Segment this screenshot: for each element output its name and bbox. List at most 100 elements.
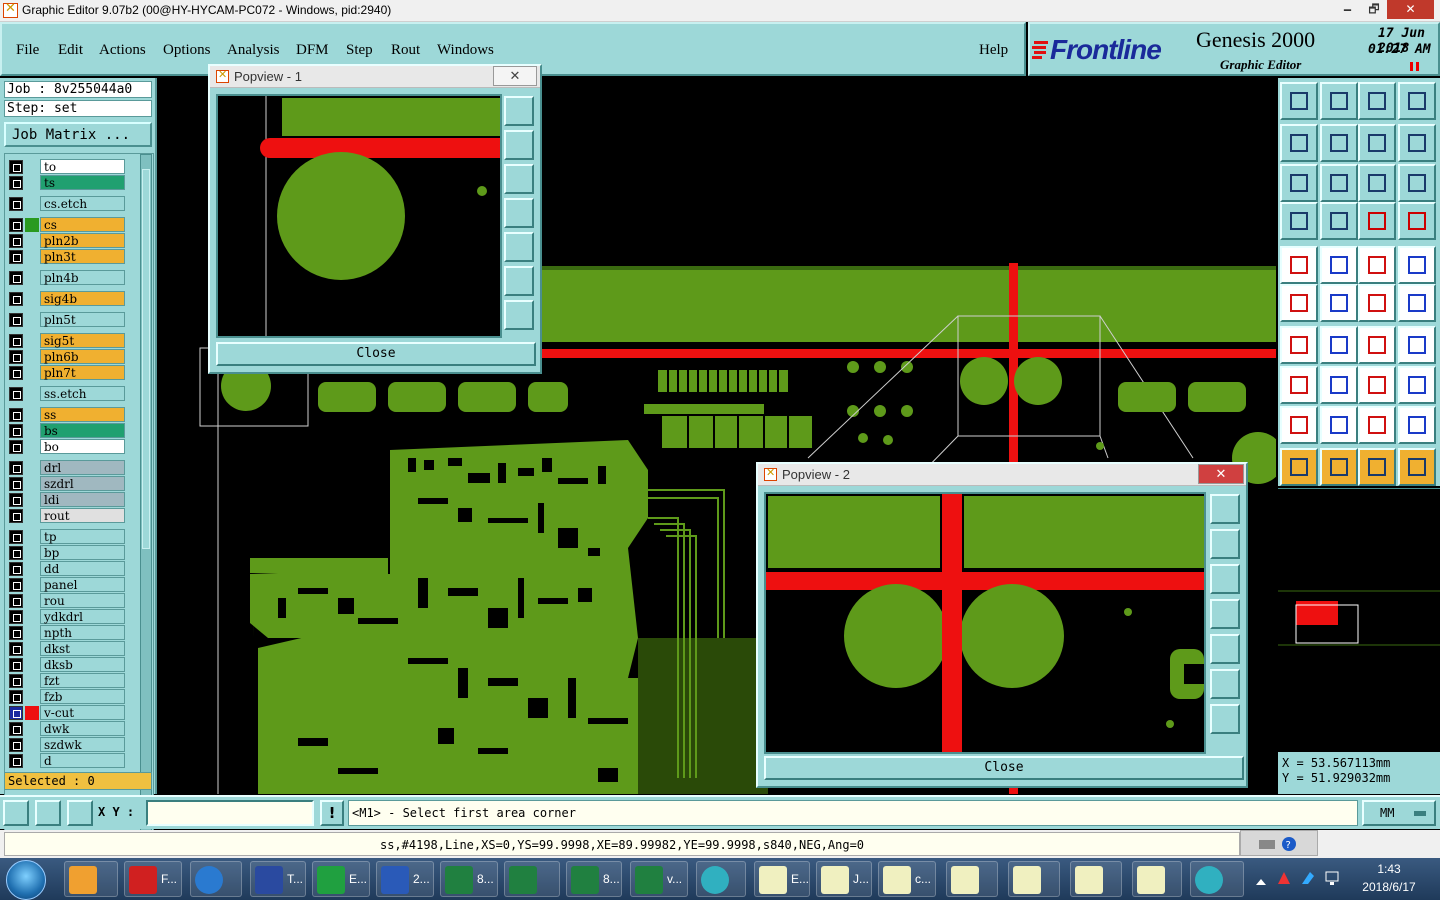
- popview-1-image[interactable]: [216, 94, 502, 338]
- layer-row-to[interactable]: to: [7, 159, 127, 174]
- grid-icon[interactable]: [67, 800, 93, 826]
- layer-row-pln7t[interactable]: pln7t: [7, 365, 127, 380]
- taskbar-item[interactable]: [504, 861, 560, 897]
- fit-screen-icon[interactable]: [1320, 164, 1358, 202]
- layer-checkbox[interactable]: [9, 234, 23, 248]
- layer-checkbox[interactable]: [9, 440, 23, 454]
- taskbar-item[interactable]: E...: [312, 861, 370, 897]
- minimize-button[interactable]: 🗕: [1334, 0, 1361, 19]
- layer-row-rou[interactable]: rou: [7, 593, 127, 608]
- net-red-alt-icon[interactable]: [1398, 202, 1436, 240]
- layer-row-bo[interactable]: bo: [7, 439, 127, 454]
- taskbar-item[interactable]: 2...: [376, 861, 434, 897]
- layer-row-szdrl[interactable]: szdrl: [7, 476, 127, 491]
- layer-checkbox[interactable]: [9, 271, 23, 285]
- snap-edge-icon[interactable]: [1398, 284, 1436, 322]
- layer-row-sig5t[interactable]: sig5t: [7, 333, 127, 348]
- layer-row-cs[interactable]: cs: [7, 217, 127, 232]
- message-button[interactable]: !: [320, 800, 344, 826]
- pointer-path-icon[interactable]: [1398, 448, 1436, 486]
- taskbar-item[interactable]: [1190, 861, 1244, 897]
- layer-checkbox[interactable]: [9, 626, 23, 640]
- taskbar-item[interactable]: F...: [124, 861, 182, 897]
- layer-row-ss.etch[interactable]: ss.etch: [7, 386, 127, 401]
- flip-icon[interactable]: [1398, 124, 1436, 162]
- layer-row-pln2b[interactable]: pln2b: [7, 233, 127, 248]
- job-matrix-button[interactable]: Job Matrix ...: [4, 122, 152, 147]
- net-red-icon[interactable]: [1358, 202, 1396, 240]
- layer-checkbox[interactable]: [9, 292, 23, 306]
- dot-select-icon[interactable]: [1398, 246, 1436, 284]
- layer-checkbox[interactable]: [9, 424, 23, 438]
- layer-row-ldi[interactable]: ldi: [7, 492, 127, 507]
- pad-select-icon[interactable]: [1280, 246, 1318, 284]
- layer-row-tp[interactable]: tp: [7, 529, 127, 544]
- popview-page-up-icon[interactable]: [1210, 529, 1240, 559]
- layer-row-cs.etch[interactable]: cs.etch: [7, 196, 127, 211]
- popview-pan-up-icon[interactable]: [1210, 494, 1240, 524]
- layer-row-dksb[interactable]: dksb: [7, 657, 127, 672]
- stretch-icon[interactable]: [1358, 366, 1396, 404]
- triangle-arrow-icon[interactable]: [1398, 406, 1436, 444]
- layer-checkbox[interactable]: [9, 493, 23, 507]
- pan-left-icon[interactable]: [1280, 124, 1318, 162]
- taskbar-item[interactable]: [64, 861, 118, 897]
- pointer-icon[interactable]: [1280, 448, 1318, 486]
- tray-network-icon[interactable]: [1324, 870, 1342, 886]
- layer-row-dwk[interactable]: dwk: [7, 721, 127, 736]
- menu-analysis[interactable]: Analysis: [227, 42, 280, 59]
- popview-page-down-icon[interactable]: [504, 164, 534, 194]
- taskbar-item[interactable]: J...: [816, 861, 872, 897]
- tray-clock-date[interactable]: 2018/6/17: [1356, 880, 1422, 894]
- menu-rout[interactable]: Rout: [391, 42, 420, 59]
- layer-row-bs[interactable]: bs: [7, 423, 127, 438]
- triangle-alt-icon[interactable]: [1358, 406, 1396, 444]
- layer-checkbox[interactable]: [9, 674, 23, 688]
- layer-checkbox[interactable]: [9, 546, 23, 560]
- popview-pan-right-icon[interactable]: [504, 232, 534, 262]
- layer-checkbox[interactable]: [9, 594, 23, 608]
- popview-pan-up-icon[interactable]: [504, 96, 534, 126]
- layer-row-pln4b[interactable]: pln4b: [7, 270, 127, 285]
- taskbar-item[interactable]: [946, 861, 998, 897]
- layer-checkbox[interactable]: [9, 387, 23, 401]
- layer-row-pln6b[interactable]: pln6b: [7, 349, 127, 364]
- layer-checkbox[interactable]: [9, 218, 23, 232]
- rout-line-icon[interactable]: [1320, 246, 1358, 284]
- taskbar-item[interactable]: v...: [630, 861, 688, 897]
- maximize-button[interactable]: 🗗: [1361, 0, 1387, 19]
- taskbar-item[interactable]: c...: [878, 861, 936, 897]
- popview-page-up-icon[interactable]: [504, 130, 534, 160]
- taskbar-item[interactable]: [696, 861, 746, 897]
- rotate-left-icon[interactable]: [1358, 124, 1396, 162]
- layer-row-v-cut[interactable]: v-cut: [7, 705, 127, 720]
- units-select[interactable]: MM: [1362, 800, 1436, 826]
- taskbar-item[interactable]: [190, 861, 242, 897]
- taskbar-item[interactable]: 8...: [566, 861, 622, 897]
- layer-checkbox[interactable]: [9, 334, 23, 348]
- tray-app-icon[interactable]: [1276, 870, 1292, 886]
- taskbar-item[interactable]: [1070, 861, 1122, 897]
- overview-map[interactable]: [1278, 488, 1440, 750]
- popview-1-close-x[interactable]: ✕: [493, 66, 537, 86]
- layer-checkbox[interactable]: [9, 197, 23, 211]
- start-button[interactable]: [6, 860, 46, 900]
- pan-right-icon[interactable]: [1320, 124, 1358, 162]
- popview-2-close-x[interactable]: ✕: [1198, 464, 1244, 484]
- layer-checkbox[interactable]: [9, 690, 23, 704]
- menu-dfm[interactable]: DFM: [296, 42, 329, 59]
- window-split-icon[interactable]: [1398, 82, 1436, 120]
- layer-row-pln5t[interactable]: pln5t: [7, 312, 127, 327]
- zoom-house-icon[interactable]: [1358, 82, 1396, 120]
- draw-line-icon[interactable]: [1280, 326, 1318, 364]
- ruler-icon[interactable]: [1358, 246, 1396, 284]
- measure-icon[interactable]: [35, 800, 61, 826]
- layer-row-ts[interactable]: ts: [7, 175, 127, 190]
- layer-row-ss[interactable]: ss: [7, 407, 127, 422]
- layer-row-szdwk[interactable]: szdwk: [7, 737, 127, 752]
- taskbar-item[interactable]: [1008, 861, 1060, 897]
- popview-pan-left-icon[interactable]: [504, 198, 534, 228]
- layer-checkbox[interactable]: [9, 408, 23, 422]
- layer-checkbox[interactable]: [9, 706, 23, 720]
- cross-icon[interactable]: [1320, 284, 1358, 322]
